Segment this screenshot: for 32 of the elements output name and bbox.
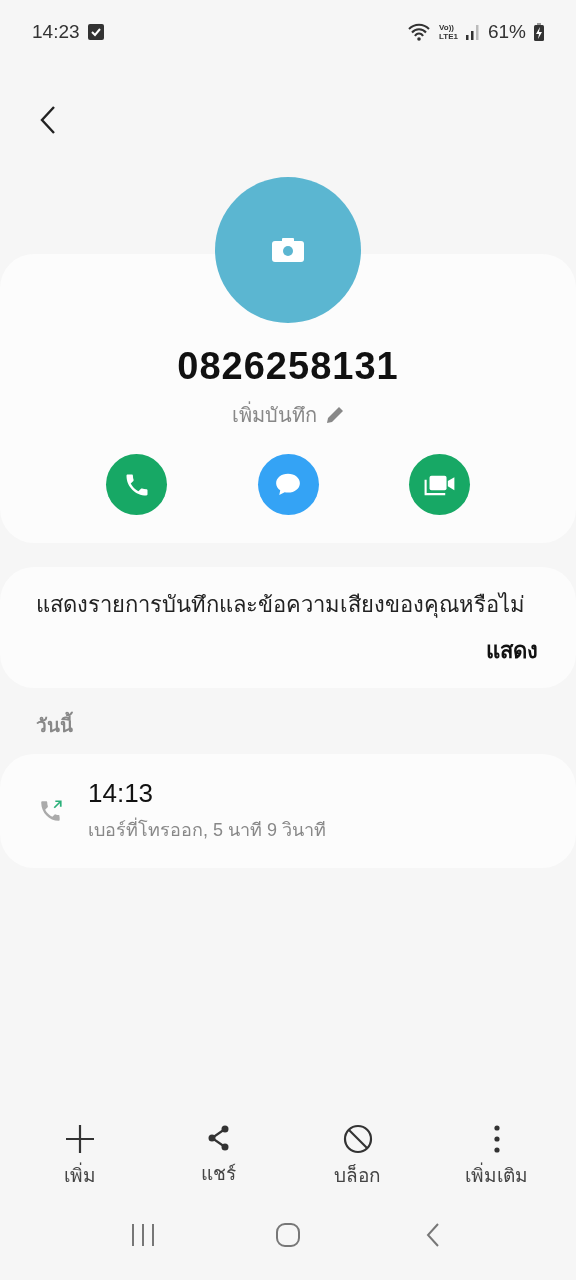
checkbox-notification-icon	[87, 24, 104, 40]
back-icon	[425, 1222, 442, 1248]
status-time: 14:23	[32, 21, 80, 43]
add-button[interactable]: เพิ่ม	[19, 1124, 140, 1190]
call-button[interactable]	[106, 454, 167, 515]
volte-label: Vo))	[439, 23, 455, 32]
back-icon	[39, 105, 57, 135]
more-button[interactable]: เพิ่มเติม	[436, 1124, 557, 1190]
call-detail: เบอร์ที่โทรออก, 5 นาที 9 วินาที	[88, 815, 327, 844]
home-icon	[275, 1222, 301, 1248]
share-icon	[206, 1124, 231, 1152]
prompt-text: แสดงรายการบันทึกและข้อความเสียงของคุณหรือไม่	[36, 591, 526, 620]
recent-apps-icon	[129, 1223, 156, 1247]
section-heading: วันนี้	[36, 710, 576, 740]
share-button[interactable]: แชร์	[158, 1124, 279, 1190]
phone-number: 0826258131	[176, 345, 400, 388]
more-icon	[492, 1124, 501, 1154]
camera-icon	[272, 238, 304, 262]
message-button[interactable]	[257, 454, 319, 515]
outgoing-call-icon	[38, 798, 64, 824]
block-icon	[342, 1124, 373, 1154]
signal-icon	[465, 24, 480, 40]
battery-percent: 61%	[487, 21, 526, 43]
block-button[interactable]: บล็อก	[297, 1124, 418, 1190]
show-button[interactable]: แสดง	[486, 633, 538, 668]
video-button[interactable]	[409, 454, 470, 515]
call-log-entry[interactable]: 14:13 เบอร์ที่โทรออก, 5 นาที 9 วินาที	[0, 754, 576, 868]
network-label: LTE1	[439, 32, 458, 41]
wifi-icon	[407, 22, 431, 42]
call-time: 14:13	[88, 778, 155, 809]
plus-icon	[64, 1124, 95, 1154]
pencil-icon	[324, 405, 345, 425]
